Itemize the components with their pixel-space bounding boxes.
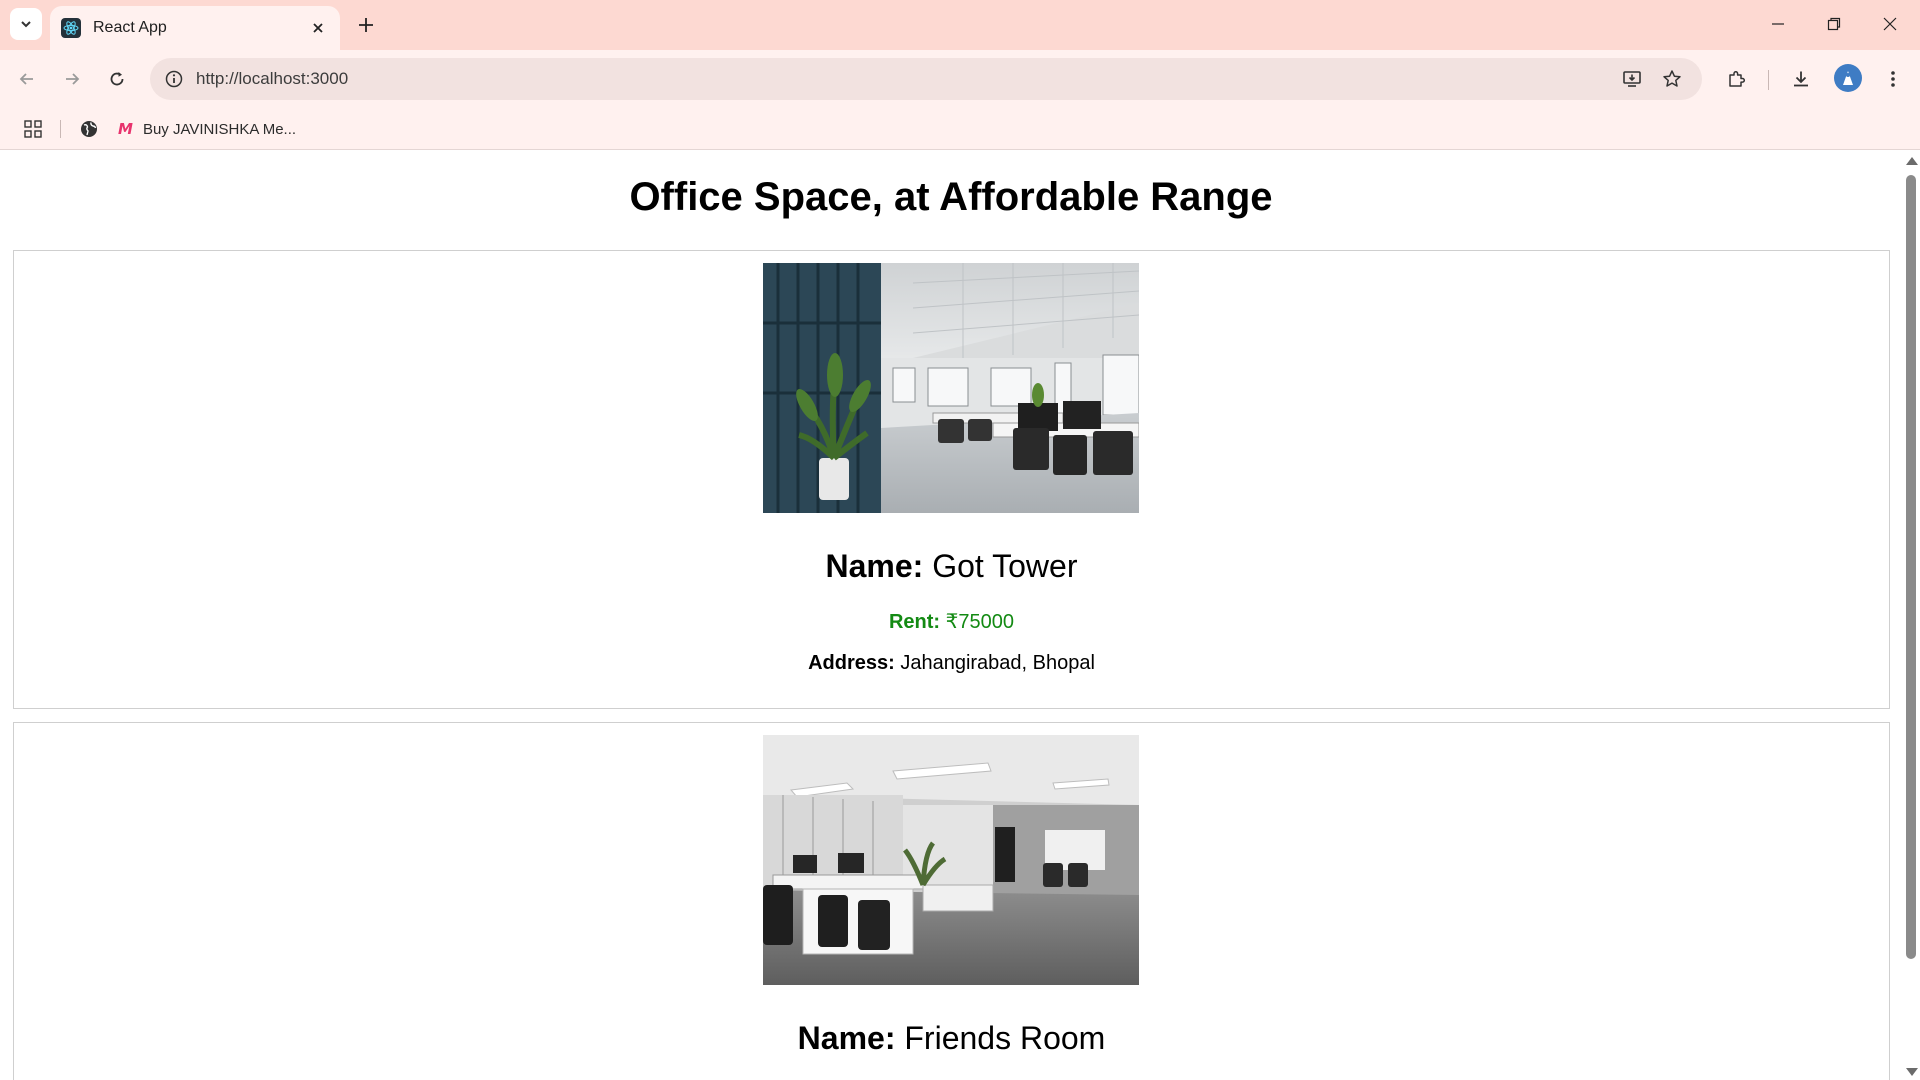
page-title: Office Space, at Affordable Range <box>629 175 1273 219</box>
office-name-value: Got Tower <box>932 548 1078 584</box>
bookmark-javinishka[interactable]: M Buy JAVINISHKA Me... <box>118 114 296 144</box>
more-vert-icon <box>1891 71 1895 87</box>
office-name: Name: Friends Room <box>14 1020 1889 1057</box>
tab-title: React App <box>93 19 167 36</box>
chevron-down-icon <box>21 21 31 28</box>
puzzle-icon <box>1729 70 1746 87</box>
office-image <box>763 735 1139 985</box>
site-info-button[interactable] <box>160 65 188 93</box>
tab-search-button[interactable] <box>10 8 42 40</box>
toolbar-separator <box>1768 70 1769 90</box>
download-icon <box>1794 71 1808 87</box>
url-text[interactable]: http://localhost:3000 <box>196 69 348 89</box>
new-tab-button[interactable] <box>351 10 381 40</box>
reload-icon <box>110 72 124 86</box>
bookmarks-bar: M Buy JAVINISHKA Me... <box>0 108 1920 150</box>
profile-avatar[interactable] <box>1834 64 1862 92</box>
page-scrollbar[interactable] <box>1902 151 1920 1080</box>
apps-grid-icon <box>24 120 42 138</box>
name-label: Name: <box>825 548 924 584</box>
tab-bar: React App <box>0 0 1920 50</box>
minimize-icon <box>1772 23 1784 25</box>
arrow-right-icon <box>66 73 80 85</box>
office-name: Name: Got Tower <box>14 548 1889 585</box>
office-rent: Rent: ₹75000 <box>14 609 1889 634</box>
minimize-button[interactable] <box>1750 0 1806 48</box>
myntra-favicon-icon: M <box>118 120 133 138</box>
close-window-button[interactable] <box>1862 0 1918 48</box>
install-app-button[interactable] <box>1617 64 1647 94</box>
close-icon <box>1883 17 1897 31</box>
tab-close-button[interactable] <box>304 14 332 42</box>
globe-bookmark[interactable] <box>76 116 102 142</box>
browser-toolbar: http://localhost:3000 <box>0 50 1920 108</box>
office-card: Name: Got Tower Rent: ₹75000 Address: Ja… <box>13 250 1890 709</box>
react-favicon-icon <box>61 18 81 38</box>
rent-label: Rent: <box>888 611 941 633</box>
plus-icon <box>359 18 373 32</box>
apps-button[interactable] <box>20 116 46 142</box>
bookmark-label: Buy JAVINISHKA Me... <box>142 120 297 138</box>
address-label: Address: <box>808 652 895 674</box>
close-icon <box>313 23 323 33</box>
bookmarks-separator <box>60 120 61 138</box>
restore-icon <box>1827 17 1841 31</box>
install-icon <box>1623 71 1641 87</box>
restore-button[interactable] <box>1806 0 1862 48</box>
browser-menu-button[interactable] <box>1876 62 1910 96</box>
office-rent-value: ₹75000 <box>945 611 1014 633</box>
scroll-down-arrow-icon[interactable] <box>1906 1068 1918 1076</box>
profile-icon <box>1843 71 1853 85</box>
office-image <box>763 263 1139 513</box>
globe-icon <box>81 121 97 137</box>
bookmark-star-button[interactable] <box>1657 64 1687 94</box>
scroll-up-arrow-icon[interactable] <box>1906 157 1918 165</box>
office-address-value: Jahangirabad, Bhopal <box>900 652 1095 674</box>
name-label: Name: <box>797 1020 896 1056</box>
arrow-left-icon <box>19 73 33 85</box>
reload-button[interactable] <box>100 62 134 96</box>
back-button[interactable] <box>10 62 44 96</box>
office-address: Address: Jahangirabad, Bhopal <box>14 652 1889 675</box>
address-bar[interactable]: http://localhost:3000 <box>150 58 1702 100</box>
extensions-button[interactable] <box>1719 62 1753 96</box>
downloads-button[interactable] <box>1784 62 1818 96</box>
scrollbar-thumb[interactable] <box>1906 175 1916 959</box>
office-card: Name: Friends Room <box>13 722 1890 1080</box>
tab-react-app[interactable]: React App <box>50 6 340 50</box>
page-viewport: Office Space, at Affordable Range Name: … <box>0 151 1902 1080</box>
forward-button[interactable] <box>55 62 89 96</box>
star-icon <box>1663 70 1681 87</box>
office-name-value: Friends Room <box>904 1020 1106 1056</box>
info-icon <box>165 70 183 88</box>
